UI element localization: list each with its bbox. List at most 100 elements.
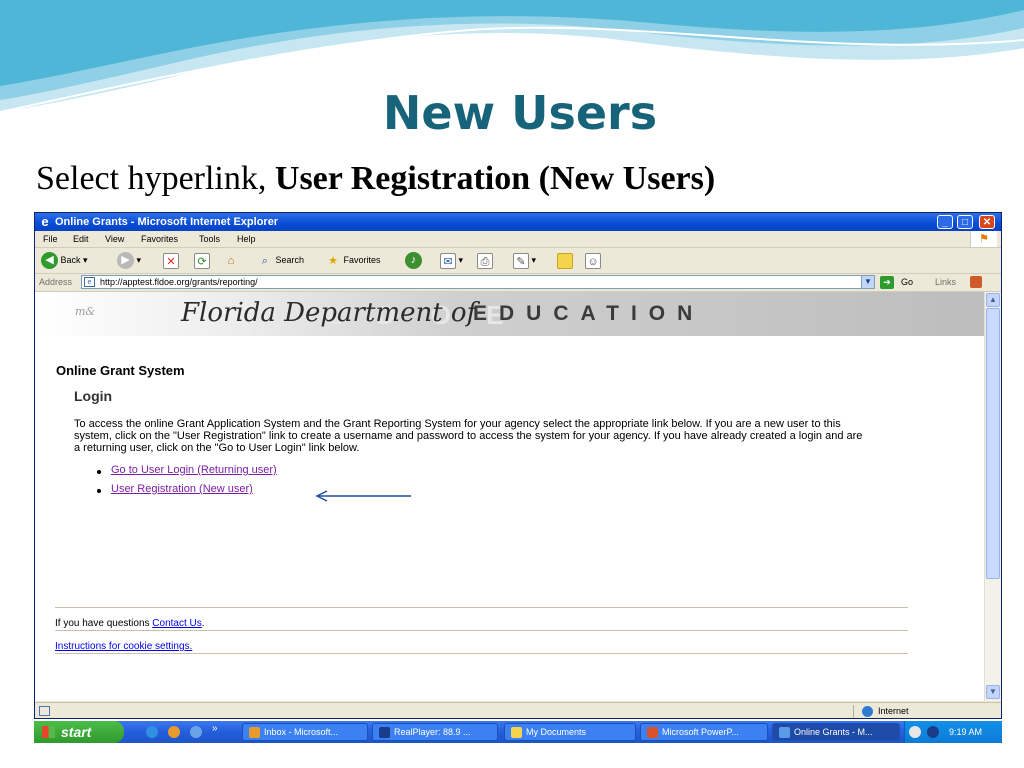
powerpoint-icon <box>647 727 658 739</box>
page-content: F L D O E m& Florida Department of EDUCA… <box>35 292 984 701</box>
favorites-label: Favorites <box>343 255 381 265</box>
taskbar-item-documents[interactable]: My Documents <box>504 723 636 741</box>
window-titlebar[interactable]: e Online Grants - Microsoft Internet Exp… <box>35 213 1001 231</box>
user-registration-link[interactable]: User Registration (New user) <box>111 483 253 495</box>
taskbar-item-inbox[interactable]: Inbox - Microsoft... <box>242 723 368 741</box>
internet-zone-label: Internet <box>878 706 909 716</box>
fldoe-seal-logo: m& <box>75 305 96 318</box>
start-button[interactable]: start <box>34 721 124 743</box>
internet-zone-icon <box>862 706 873 717</box>
scroll-down-icon[interactable]: ▼ <box>986 685 1000 699</box>
ie-quicklaunch-icon[interactable] <box>146 726 158 738</box>
menu-bar: File Edit View Favorites Tools Help ⚑ <box>35 231 1001 248</box>
user-login-link[interactable]: Go to User Login (Returning user) <box>111 464 277 476</box>
windows-logo-icon: ⚑ <box>970 231 997 247</box>
print-button[interactable]: ⎙ <box>477 251 493 270</box>
star-icon: ★ <box>328 254 338 267</box>
maximize-button[interactable]: □ <box>957 215 973 229</box>
tray-realplayer-icon[interactable] <box>927 726 939 738</box>
stop-icon: ✕ <box>163 252 179 269</box>
menu-view[interactable]: View <box>105 231 124 247</box>
questions-period: . <box>201 618 205 629</box>
forward-button[interactable]: ▶ ▾ <box>117 251 141 270</box>
banner-department-text: Florida Department of <box>181 298 477 328</box>
discuss-button[interactable] <box>557 251 573 270</box>
ie-logo-icon: e <box>41 214 49 229</box>
menu-help[interactable]: Help <box>237 231 256 247</box>
menu-tools[interactable]: Tools <box>199 231 220 247</box>
contact-us-link[interactable]: Contact Us <box>152 618 201 629</box>
status-bar: Internet <box>35 702 1001 718</box>
taskbar-item-online-grants[interactable]: Online Grants - M... <box>772 723 900 741</box>
favorites-button[interactable]: ★ Favorites <box>325 251 381 270</box>
realplayer-icon <box>379 727 390 739</box>
task-label: My Documents <box>526 727 587 737</box>
task-label: Microsoft PowerP... <box>662 727 739 737</box>
windows-taskbar: start » Inbox - Microsoft... RealPlayer:… <box>34 721 1002 743</box>
links-button[interactable]: Links <box>935 274 956 291</box>
system-title: Online Grant System <box>56 363 185 378</box>
cookie-instructions-link[interactable]: Instructions for cookie settings. <box>55 641 192 652</box>
stop-button[interactable]: ✕ <box>163 251 179 270</box>
address-label: Address <box>39 277 73 287</box>
address-dropdown-icon[interactable]: ▼ <box>861 275 875 289</box>
footer-divider <box>55 630 908 631</box>
home-icon: ⌂ <box>227 254 235 267</box>
minimize-button[interactable]: _ <box>937 215 953 229</box>
scroll-up-icon[interactable]: ▲ <box>986 293 1000 307</box>
page-status-icon <box>39 706 50 716</box>
messenger-icon: ☺ <box>585 252 601 269</box>
home-button[interactable]: ⌂ <box>223 251 239 270</box>
status-divider <box>853 705 854 718</box>
page-icon: e <box>84 277 95 287</box>
refresh-icon: ⟳ <box>194 252 210 269</box>
menu-edit[interactable]: Edit <box>73 231 89 247</box>
clock: 9:19 AM <box>949 727 983 737</box>
edit-icon: ✎ <box>513 252 529 269</box>
vertical-scrollbar[interactable]: ▲ ▼ <box>984 292 1001 701</box>
links-icon[interactable] <box>970 276 982 288</box>
media-button[interactable]: ♪ <box>405 251 422 270</box>
footer-divider <box>55 653 908 654</box>
outlook-icon <box>249 727 260 739</box>
fldoe-banner: F L D O E m& Florida Department of EDUCA… <box>35 292 984 336</box>
footer-divider <box>55 607 908 608</box>
forward-arrow-icon: ▶ <box>117 252 134 270</box>
quicklaunch-expand-icon[interactable]: » <box>212 721 218 737</box>
outlook-quicklaunch-icon[interactable] <box>168 726 180 738</box>
mail-button[interactable]: ✉ ▾ <box>440 251 463 270</box>
back-button[interactable]: ◀ Back ▾ <box>41 251 88 270</box>
close-button[interactable]: ✕ <box>979 215 995 229</box>
subtitle-plain: Select hyperlink, <box>36 160 275 197</box>
questions-text: If you have questions <box>55 618 153 629</box>
menu-favorites[interactable]: Favorites <box>141 231 178 247</box>
task-label: RealPlayer: 88.9 ... <box>394 727 471 737</box>
search-icon: ⌕ <box>261 254 269 267</box>
annotation-arrow <box>315 490 411 502</box>
refresh-button[interactable]: ⟳ <box>194 251 210 270</box>
browser-window: e Online Grants - Microsoft Internet Exp… <box>34 212 1002 719</box>
desktop-quicklaunch-icon[interactable] <box>190 726 202 738</box>
footer-questions: If you have questions Contact Us. <box>55 618 205 629</box>
taskbar-item-realplayer[interactable]: RealPlayer: 88.9 ... <box>372 723 498 741</box>
go-arrow-icon[interactable]: ➔ <box>880 276 894 289</box>
scroll-thumb[interactable] <box>986 308 1000 579</box>
edit-button[interactable]: ✎ ▾ <box>513 251 536 270</box>
search-button[interactable]: ⌕ Search <box>257 251 304 270</box>
mail-icon: ✉ <box>440 252 456 269</box>
address-input[interactable]: e http://apptest.fldoe.org/grants/report… <box>81 275 875 289</box>
banner-education-text: EDUCATION <box>473 302 705 325</box>
task-label: Online Grants - M... <box>794 727 873 737</box>
go-button[interactable]: Go <box>901 274 913 291</box>
address-url: http://apptest.fldoe.org/grants/reportin… <box>100 277 258 287</box>
folder-icon <box>557 252 573 269</box>
tray-collapse-icon[interactable] <box>909 726 921 738</box>
ie-icon <box>779 727 790 739</box>
taskbar-item-powerpoint[interactable]: Microsoft PowerP... <box>640 723 768 741</box>
slide-title: New Users <box>382 86 658 140</box>
login-description: To access the online Grant Application S… <box>74 418 863 454</box>
menu-file[interactable]: File <box>43 231 58 247</box>
back-arrow-icon: ◀ <box>41 252 58 270</box>
media-icon: ♪ <box>405 252 422 270</box>
messenger-button[interactable]: ☺ <box>585 251 601 270</box>
